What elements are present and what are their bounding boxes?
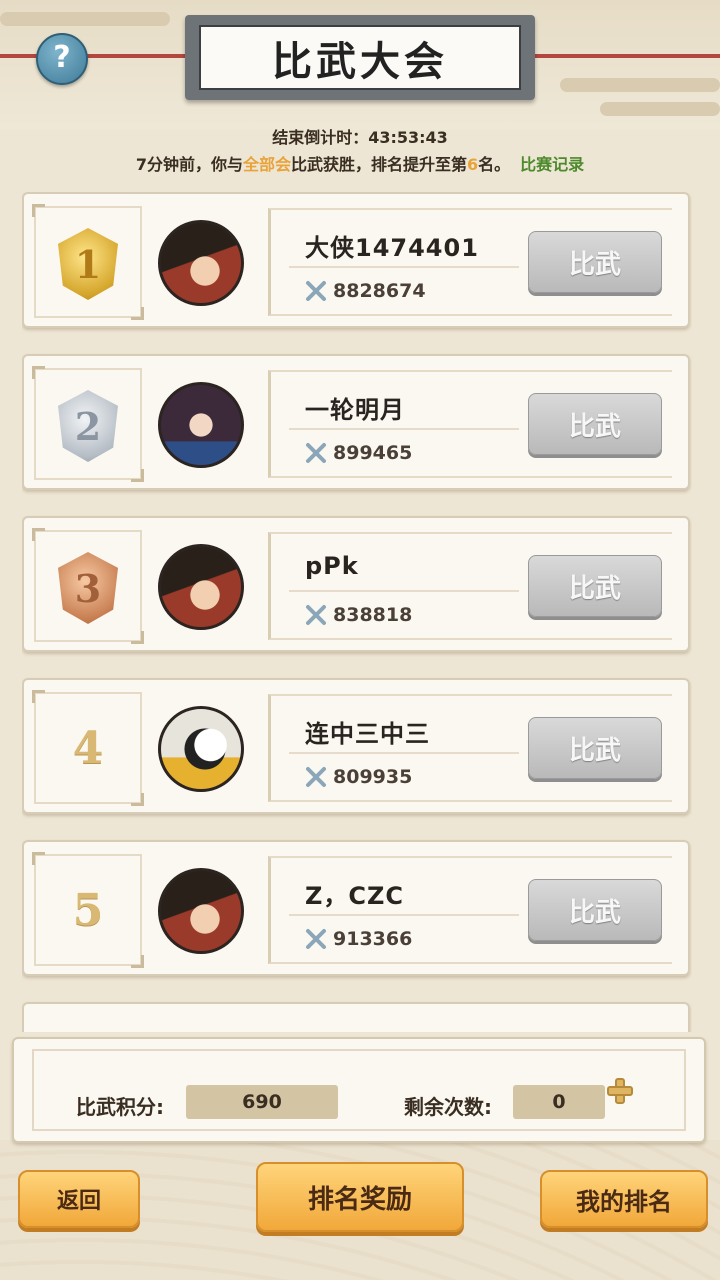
player-avatar[interactable] xyxy=(158,382,244,468)
player-name: 大侠1474401 xyxy=(305,234,479,262)
remaining-label: 剩余次数: xyxy=(404,1095,492,1119)
rank-box: 5 xyxy=(32,852,144,968)
challenge-button[interactable]: 比武 xyxy=(528,879,662,941)
rank-box: 4 xyxy=(32,690,144,806)
player-avatar[interactable] xyxy=(158,220,244,306)
crossed-swords-icon xyxy=(306,929,326,949)
ranking-row: 3 pPk 838818 比武 xyxy=(22,516,690,652)
match-record-link[interactable]: 比赛记录 xyxy=(520,155,584,174)
rank-number: 3 xyxy=(74,565,102,611)
help-button[interactable]: ? xyxy=(36,33,88,85)
countdown-label: 结束倒计时： xyxy=(272,128,369,147)
challenge-button[interactable]: 比武 xyxy=(528,393,662,455)
news-suffix: 名。 xyxy=(478,155,511,174)
page-title: 比武大会 xyxy=(199,25,521,90)
ranking-row-partial xyxy=(22,1002,690,1032)
rope-left xyxy=(0,54,190,58)
question-icon: ? xyxy=(53,40,71,75)
rank-number: 2 xyxy=(74,403,102,449)
remaining-value: 0 xyxy=(513,1085,605,1119)
combat-power: 809935 xyxy=(333,766,413,788)
countdown: 结束倒计时：43:53:43 xyxy=(0,124,720,148)
decor-stripe xyxy=(0,12,170,26)
ranking-list[interactable]: 1 大侠1474401 8828674 比武 2 一轮明月 899465 比武 … xyxy=(22,192,692,1032)
news-rank: 6 xyxy=(467,155,479,174)
stats-panel: 比武积分: 690 剩余次数: 0 xyxy=(12,1037,706,1143)
gold-medal-icon: 1 xyxy=(58,228,118,300)
rank-box: 2 xyxy=(32,366,144,482)
player-name: 连中三中三 xyxy=(305,720,430,748)
rank-box: 1 xyxy=(32,204,144,320)
challenge-button[interactable]: 比武 xyxy=(528,717,662,779)
crossed-swords-icon xyxy=(306,443,326,463)
rank-box: 3 xyxy=(32,528,144,644)
combat-power: 913366 xyxy=(333,928,413,950)
player-avatar[interactable] xyxy=(158,868,244,954)
divider xyxy=(289,266,519,268)
arena-screen: ? 比武大会 结束倒计时：43:53:43 7分钟前，你与全部会比武获胜，排名提… xyxy=(0,0,720,1280)
news-middle: 比武获胜，排名提升至第 xyxy=(290,155,467,174)
silver-medal-icon: 2 xyxy=(58,390,118,462)
player-avatar[interactable] xyxy=(158,544,244,630)
score-value: 690 xyxy=(186,1085,338,1119)
decor-stripe xyxy=(560,78,720,92)
player-avatar[interactable] xyxy=(158,706,244,792)
combat-power: 838818 xyxy=(333,604,413,626)
challenge-button[interactable]: 比武 xyxy=(528,231,662,293)
crossed-swords-icon xyxy=(306,605,326,625)
countdown-time: 43:53:43 xyxy=(368,128,448,147)
rope-right xyxy=(530,54,720,58)
divider xyxy=(289,428,519,430)
player-name: Z，CZC xyxy=(305,882,405,910)
ranking-row: 1 大侠1474401 8828674 比武 xyxy=(22,192,690,328)
decor-stripe xyxy=(600,102,720,116)
score-label: 比武积分: xyxy=(76,1095,164,1119)
stats-frame: 比武积分: 690 剩余次数: 0 xyxy=(32,1049,686,1131)
my-rank-button[interactable]: 我的排名 xyxy=(540,1170,708,1228)
crossed-swords-icon xyxy=(306,767,326,787)
rank-rewards-button[interactable]: 排名奖励 xyxy=(256,1162,464,1232)
divider xyxy=(289,752,519,754)
back-button[interactable]: 返回 xyxy=(18,1170,140,1228)
ranking-row: 2 一轮明月 899465 比武 xyxy=(22,354,690,490)
divider xyxy=(289,590,519,592)
ranking-row: 4 连中三中三 809935 比武 xyxy=(22,678,690,814)
rank-number: 1 xyxy=(74,241,102,287)
rank-number: 5 xyxy=(72,884,104,936)
ranking-row: 5 Z，CZC 913366 比武 xyxy=(22,840,690,976)
combat-power: 899465 xyxy=(333,442,413,464)
combat-power: 8828674 xyxy=(333,280,426,302)
title-plate: 比武大会 xyxy=(185,15,535,100)
news-opponent: 全部会 xyxy=(242,155,291,174)
crossed-swords-icon xyxy=(306,281,326,301)
news-prefix: 7分钟前，你与 xyxy=(135,155,243,174)
challenge-button[interactable]: 比武 xyxy=(528,555,662,617)
bronze-medal-icon: 3 xyxy=(58,552,118,624)
add-attempts-icon[interactable] xyxy=(607,1078,633,1104)
battle-news: 7分钟前，你与全部会比武获胜，排名提升至第6名。 比赛记录 xyxy=(0,151,720,175)
divider xyxy=(289,914,519,916)
player-name: 一轮明月 xyxy=(305,396,405,424)
player-name: pPk xyxy=(305,552,359,580)
rank-number: 4 xyxy=(72,722,104,774)
